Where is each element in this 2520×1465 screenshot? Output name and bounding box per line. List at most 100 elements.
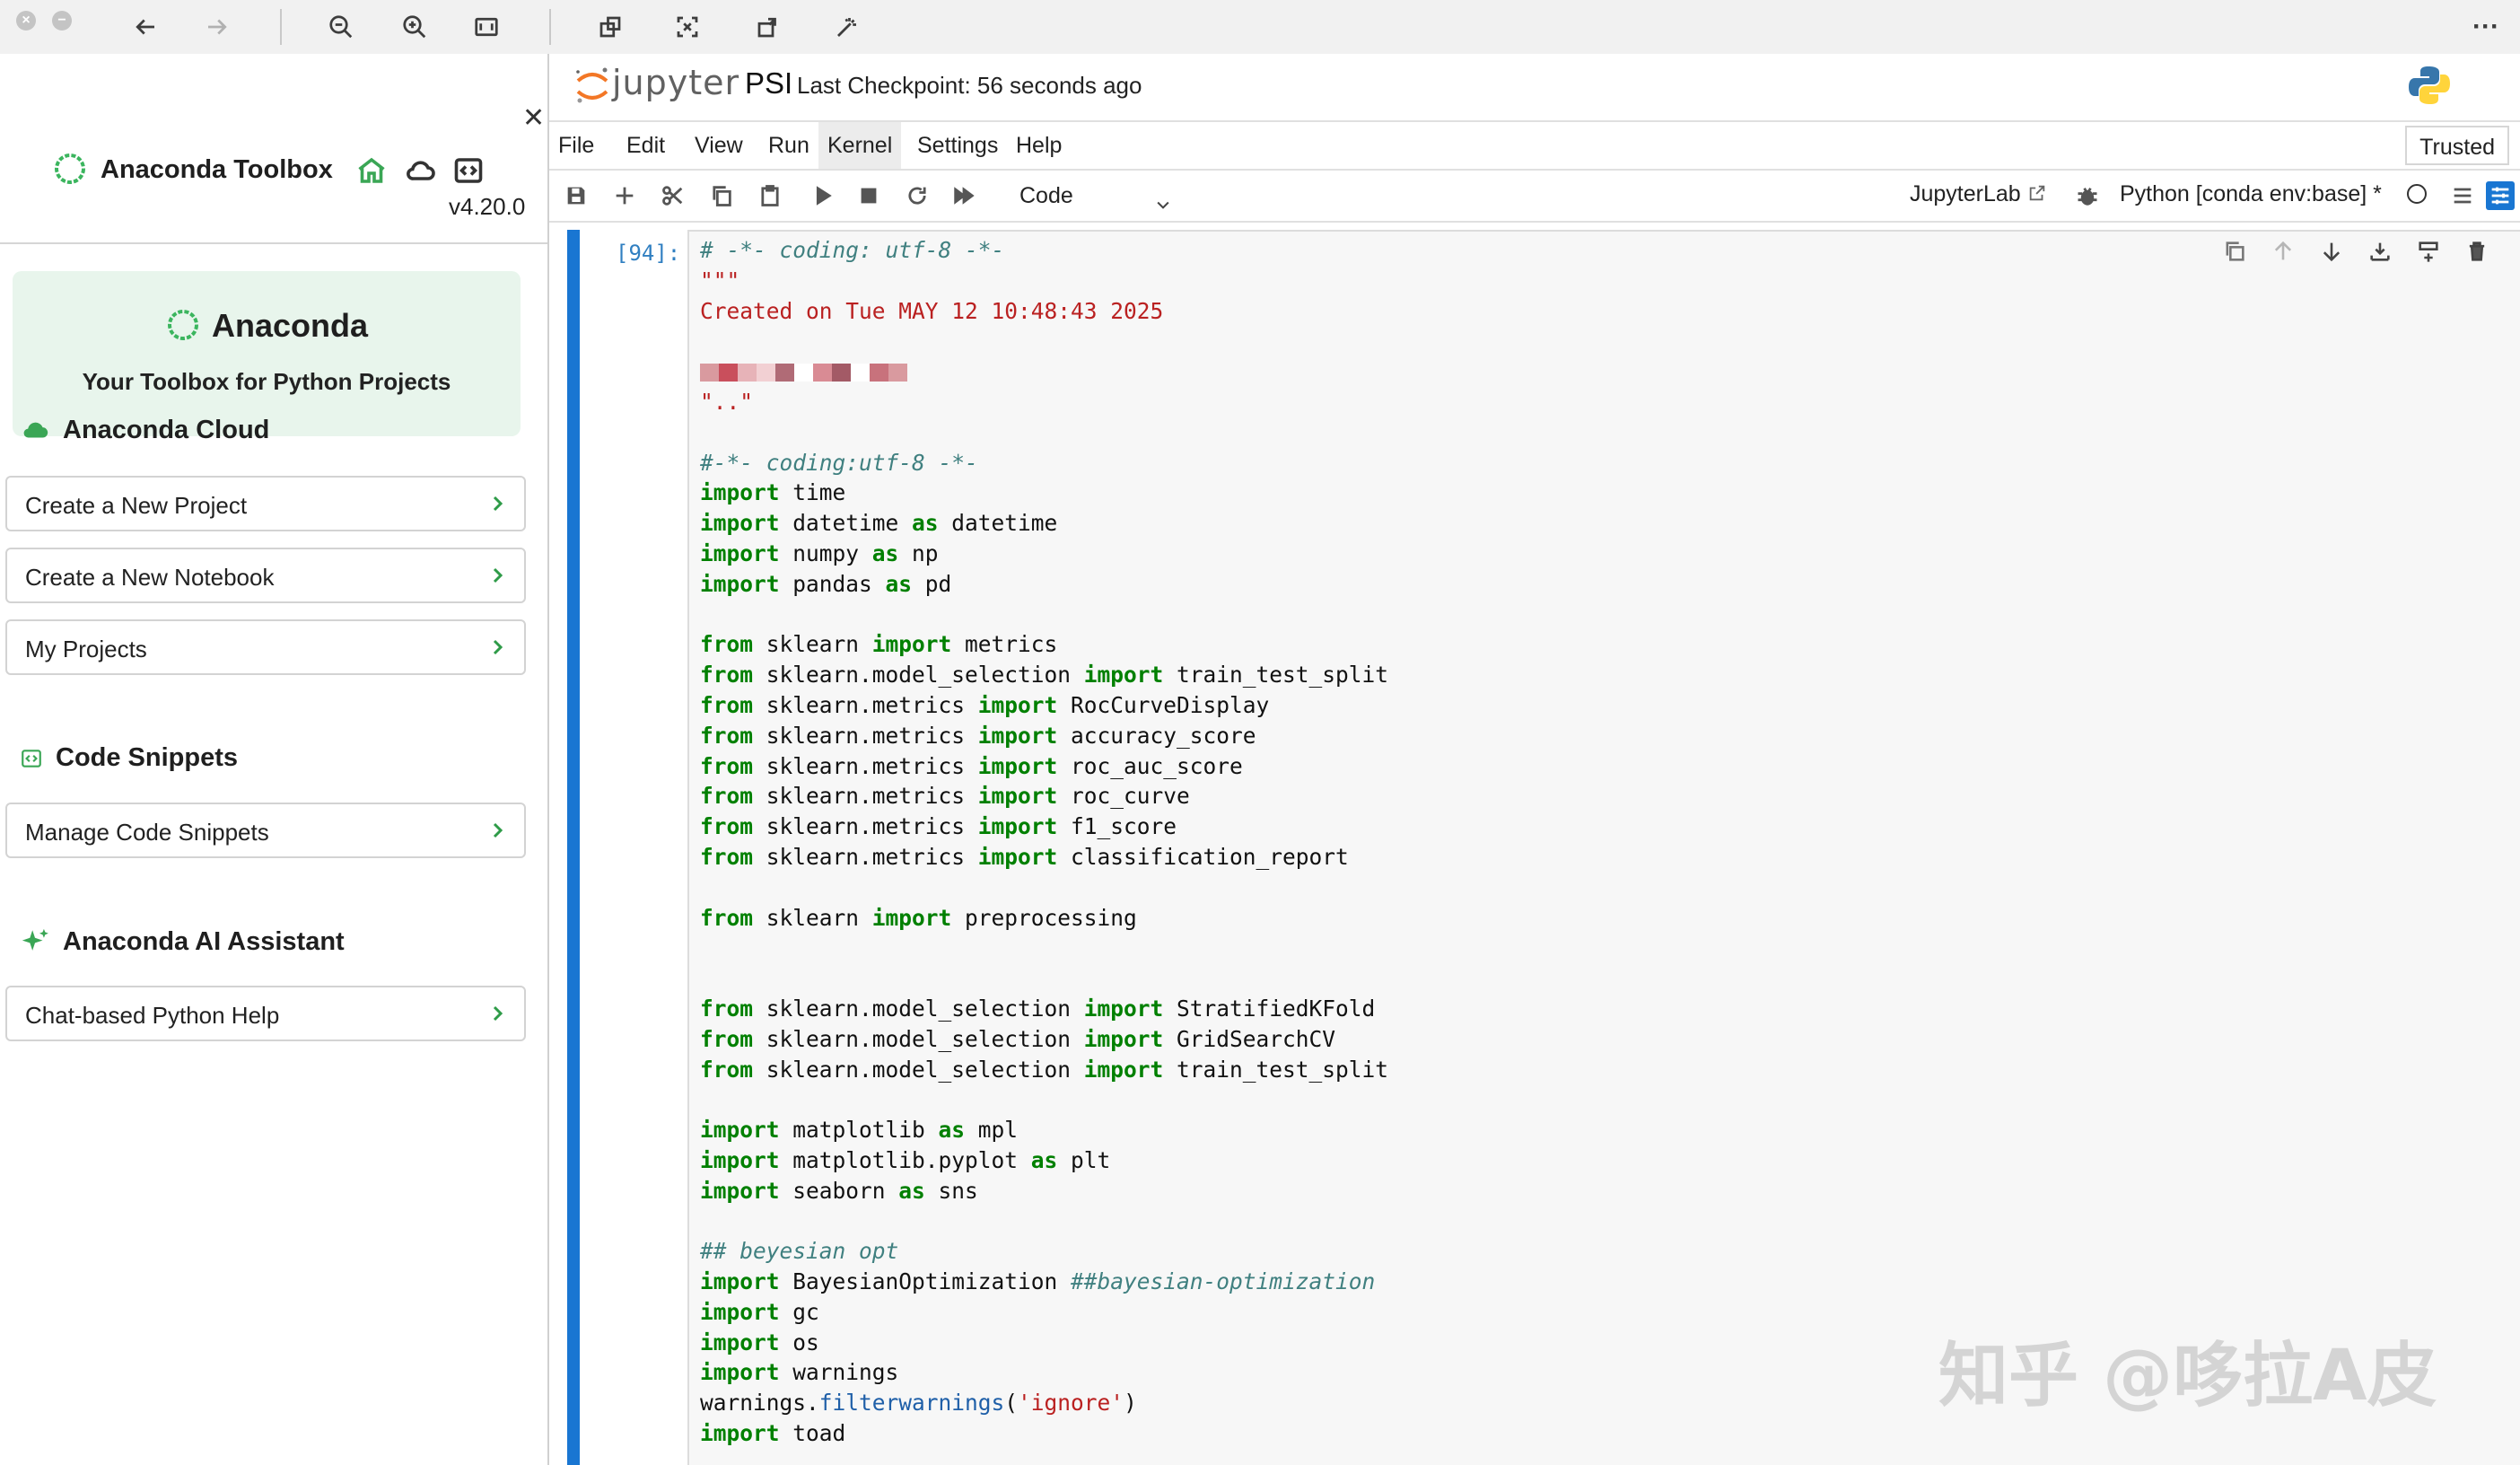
- code-token: import: [700, 1268, 780, 1295]
- code-token: import: [700, 540, 780, 566]
- debugger-bug-icon[interactable]: [2073, 181, 2102, 210]
- insert-above-icon[interactable]: [2416, 239, 2445, 268]
- my-projects-button[interactable]: My Projects: [5, 619, 526, 675]
- anaconda-hero-card: Anaconda Your Toolbox for Python Project…: [13, 271, 521, 436]
- menu-edit[interactable]: Edit: [617, 122, 674, 169]
- cut-icon[interactable]: [659, 181, 687, 210]
- kernel-name[interactable]: Python [conda env:base] *: [2120, 181, 2382, 207]
- menu-view[interactable]: View: [686, 122, 752, 169]
- code-token: sklearn.metrics: [753, 691, 978, 718]
- code-token: BayesianOptimization: [779, 1268, 1072, 1295]
- menu-settings[interactable]: Settings: [908, 122, 1007, 169]
- code-token: "..": [700, 388, 754, 415]
- stop-icon[interactable]: [854, 181, 883, 210]
- code-token: sklearn.model_selection: [753, 1025, 1084, 1052]
- code-token: import: [977, 752, 1058, 779]
- more-options-icon[interactable]: ···: [2466, 7, 2506, 47]
- add-cell-icon[interactable]: [610, 181, 639, 210]
- home-icon[interactable]: [355, 154, 388, 187]
- create-notebook-button[interactable]: Create a New Notebook: [5, 548, 526, 603]
- menu-file[interactable]: File: [549, 122, 603, 169]
- code-token: # -*- coding: utf-8 -*-: [700, 237, 1005, 263]
- property-inspector-icon[interactable]: [2486, 181, 2515, 210]
- code-token: sklearn.metrics: [753, 752, 978, 779]
- close-window-icon[interactable]: ×: [16, 11, 36, 31]
- code-token: import: [700, 479, 780, 506]
- code-token: Created on Tue MAY 12 10:48:43 2025: [700, 297, 1164, 324]
- list-view-icon[interactable]: [2448, 181, 2477, 210]
- insert-below-icon[interactable]: [2367, 239, 2396, 268]
- code-token: import: [700, 1329, 780, 1355]
- code-token: import: [1083, 995, 1164, 1022]
- fast-forward-icon[interactable]: [949, 181, 978, 210]
- button-label: Create a New Project: [25, 492, 248, 519]
- restart-icon[interactable]: [903, 181, 932, 210]
- close-sidebar-icon[interactable]: ✕: [522, 102, 545, 134]
- share-screen-icon[interactable]: [591, 7, 630, 47]
- menu-help[interactable]: Help: [1007, 122, 1071, 169]
- code-token: import: [977, 691, 1058, 718]
- magic-wand-icon[interactable]: [827, 7, 867, 47]
- cloud-icon[interactable]: [404, 154, 436, 187]
- code-token: sklearn.metrics: [753, 722, 978, 749]
- trusted-indicator[interactable]: Trusted: [2405, 126, 2509, 165]
- code-token: os: [779, 1329, 819, 1355]
- save-icon[interactable]: [562, 181, 591, 210]
- fit-page-icon[interactable]: [467, 7, 506, 47]
- hero-subtitle: Your Toolbox for Python Projects: [82, 368, 451, 395]
- code-token: import: [700, 1420, 780, 1447]
- code-line: from sklearn.metrics import classificati…: [700, 842, 1388, 873]
- code-token: ## beyesian opt: [700, 1238, 899, 1265]
- jupyter-logo-icon[interactable]: [573, 65, 612, 106]
- chat-python-help-button[interactable]: Chat-based Python Help: [5, 986, 526, 1041]
- code-token: import: [700, 1117, 780, 1144]
- code-line: import BayesianOptimization ##bayesian-o…: [700, 1267, 1388, 1297]
- code-token: import: [1083, 662, 1164, 689]
- zoom-in-icon[interactable]: [395, 7, 434, 47]
- run-icon[interactable]: [808, 181, 836, 210]
- code-line: import numpy as np: [700, 539, 1388, 569]
- code-token: sklearn.model_selection: [753, 662, 1084, 689]
- copy-icon[interactable]: [707, 181, 736, 210]
- code-token: from: [700, 662, 754, 689]
- code-token: seaborn: [779, 1177, 899, 1204]
- move-down-icon[interactable]: [2319, 239, 2348, 268]
- delete-cell-icon[interactable]: [2464, 239, 2493, 268]
- manage-snippets-button[interactable]: Manage Code Snippets: [5, 803, 526, 858]
- code-token: train_test_split: [1163, 1056, 1389, 1083]
- section-ai-assistant: Anaconda AI Assistant: [20, 926, 345, 957]
- rotate-icon[interactable]: [748, 7, 788, 47]
- paste-icon[interactable]: [756, 181, 784, 210]
- button-label: Chat-based Python Help: [25, 1002, 280, 1029]
- menu-run[interactable]: Run: [759, 122, 818, 169]
- code-token: sklearn: [753, 631, 872, 658]
- code-token: as: [885, 570, 913, 597]
- zoom-out-icon[interactable]: [321, 7, 361, 47]
- cell-type-select[interactable]: Code: [1009, 176, 1181, 215]
- code-token: from: [700, 904, 754, 931]
- back-arrow-icon[interactable]: [126, 7, 165, 47]
- code-token: import: [700, 510, 780, 537]
- move-up-icon[interactable]: [2271, 239, 2299, 268]
- code-token: import: [977, 843, 1058, 870]
- cloud-icon: [23, 422, 48, 438]
- duplicate-cell-icon[interactable]: [2222, 239, 2251, 268]
- code-snippet-icon[interactable]: [452, 154, 485, 187]
- forward-arrow-icon[interactable]: [197, 7, 237, 47]
- section-title: Anaconda Cloud: [63, 415, 270, 444]
- select-area-icon[interactable]: [668, 7, 707, 47]
- notebook-name[interactable]: PSI: [745, 66, 792, 101]
- code-line: from sklearn.metrics import accuracy_sco…: [700, 721, 1388, 751]
- jupyterlab-link[interactable]: JupyterLab: [1910, 181, 2047, 207]
- create-project-button[interactable]: Create a New Project: [5, 476, 526, 531]
- code-token: as: [938, 1117, 966, 1144]
- code-token: from: [700, 995, 754, 1022]
- menu-kernel[interactable]: Kernel: [818, 122, 902, 169]
- code-line: ## beyesian opt: [700, 1236, 1388, 1267]
- code-token: matplotlib.pyplot: [779, 1146, 1031, 1173]
- python-logo-icon: [2409, 66, 2450, 104]
- minimize-window-icon[interactable]: −: [52, 11, 72, 31]
- jupyter-header: jupyter PSI Last Checkpoint: 56 seconds …: [549, 54, 2520, 122]
